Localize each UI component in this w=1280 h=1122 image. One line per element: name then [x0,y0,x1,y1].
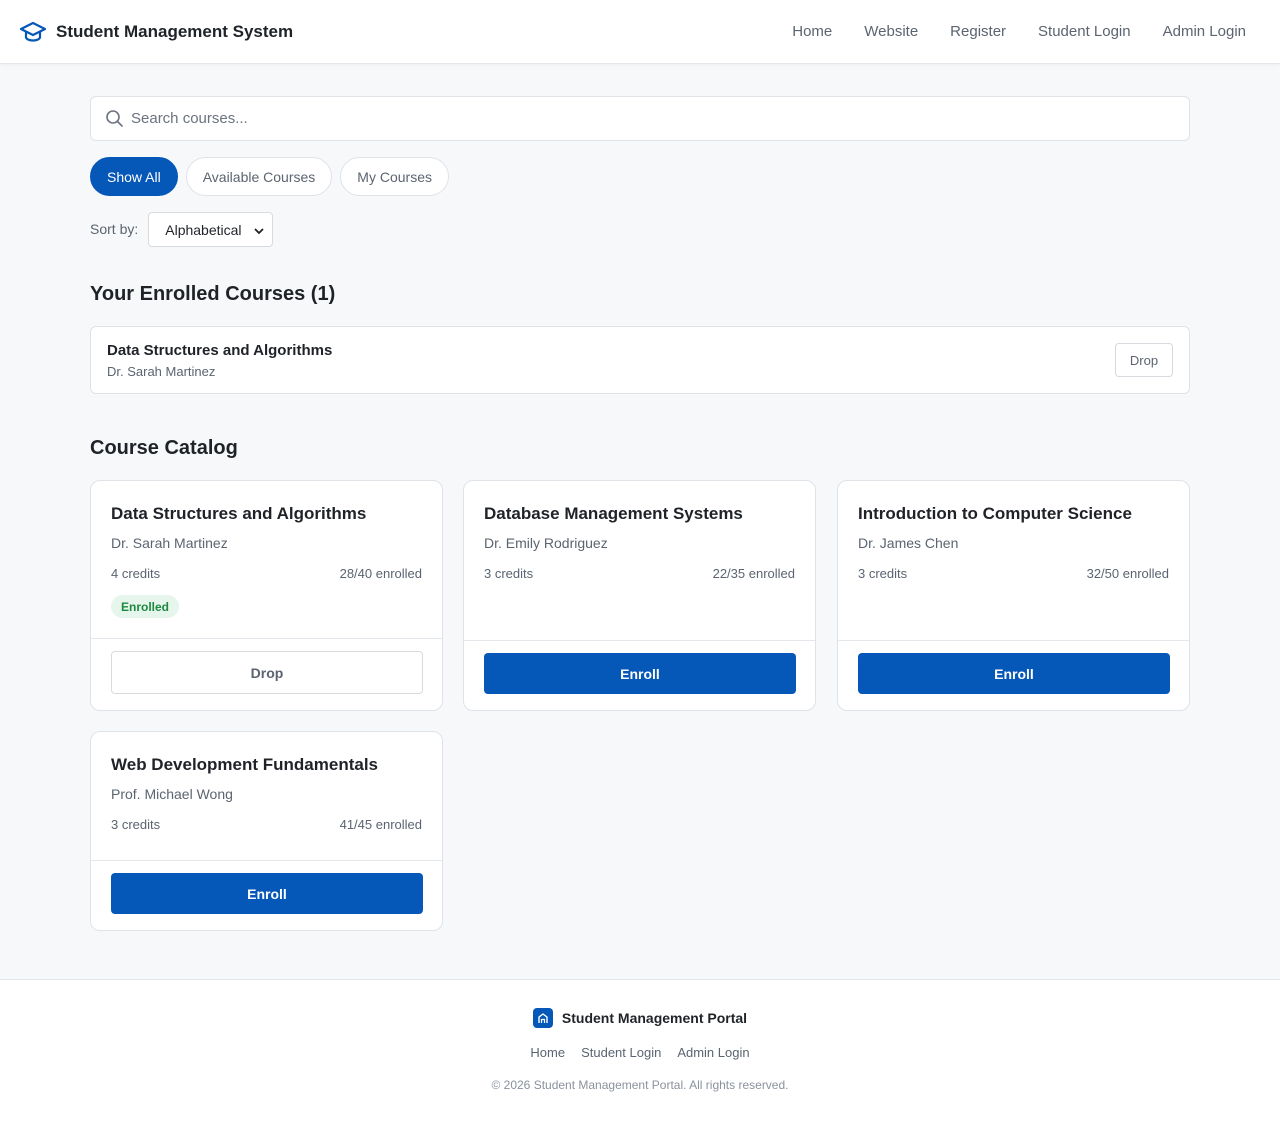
search-input[interactable] [131,97,1171,140]
sort-selected-value: Alphabetical [165,221,242,238]
sort-control: Sort by: Alphabetical [90,212,274,247]
nav-student-login[interactable]: Student Login [1022,23,1147,40]
course-card: Introduction to Computer Science Dr. Jam… [837,480,1190,711]
filter-show-all[interactable]: Show All [90,157,178,196]
enrolled-course-row: Data Structures and Algorithms Dr. Sarah… [90,326,1190,394]
filter-my-courses[interactable]: My Courses [340,157,449,196]
course-card: Database Management Systems Dr. Emily Ro… [463,480,816,711]
footer-link-home[interactable]: Home [530,1045,565,1060]
course-title: Introduction to Computer Science [858,504,1132,523]
brand[interactable]: Student Management System [20,0,293,63]
enrolled-heading: Your Enrolled Courses (1) [90,283,336,305]
filter-group: Show All Available Courses My Courses [90,157,449,196]
search-icon [105,109,124,133]
course-enrollment-count: 28/40 enrolled [339,566,422,581]
course-enrollment-count: 41/45 enrolled [339,817,422,832]
nav-register[interactable]: Register [934,23,1022,40]
card-divider [838,640,1189,641]
sort-label: Sort by: [90,220,139,237]
course-instructor: Dr. Emily Rodriguez [484,535,608,551]
footer-copyright: © 2026 Student Management Portal. All ri… [491,1078,789,1092]
catalog-heading: Course Catalog [90,437,238,459]
card-divider [91,638,442,639]
nav-admin-login[interactable]: Admin Login [1147,23,1262,40]
drop-button[interactable]: Drop [1115,343,1173,377]
course-instructor: Prof. Michael Wong [111,786,233,802]
enrolled-course-instructor: Dr. Sarah Martinez [107,364,216,379]
course-title: Web Development Fundamentals [111,755,379,774]
portal-logo-icon [532,1008,553,1028]
enroll-button[interactable]: Enroll [111,873,423,914]
course-title: Database Management Systems [484,504,743,523]
course-instructor: Dr. James Chen [858,535,959,551]
course-credits: 3 credits [858,566,908,581]
course-credits: 4 credits [111,566,161,581]
course-title: Data Structures and Algorithms [111,504,367,523]
course-enrollment-count: 22/35 enrolled [712,566,795,581]
footer-links: Home Student Login Admin Login [0,1045,1280,1060]
course-card: Data Structures and Algorithms Dr. Sarah… [90,480,443,711]
enrolled-course-title: Data Structures and Algorithms [107,342,333,359]
course-instructor: Dr. Sarah Martinez [111,535,228,551]
chevron-down-icon [254,222,264,238]
graduation-cap-icon [20,21,46,43]
enroll-button[interactable]: Enroll [484,653,796,694]
card-divider [91,860,442,861]
nav-home[interactable]: Home [776,23,848,40]
course-card: Web Development Fundamentals Prof. Micha… [90,731,443,931]
footer: Student Management Portal Home Student L… [0,979,1280,1122]
sort-select[interactable]: Alphabetical [148,212,274,247]
top-navbar: Student Management System Home Website R… [0,0,1280,64]
course-credits: 3 credits [111,817,161,832]
footer-brand: Student Management Portal [0,1008,1280,1028]
footer-link-student-login[interactable]: Student Login [581,1045,661,1060]
brand-title: Student Management System [56,21,294,41]
enrolled-badge: Enrolled [111,595,180,618]
footer-brand-name: Student Management Portal [561,1010,748,1026]
search-bar [90,96,1190,141]
main-nav: Home Website Register Student Login Admi… [776,0,1262,63]
filter-available-courses[interactable]: Available Courses [185,157,333,196]
card-divider [464,640,815,641]
course-credits: 3 credits [484,566,534,581]
course-enrollment-count: 32/50 enrolled [1086,566,1169,581]
footer-link-admin-login[interactable]: Admin Login [677,1045,749,1060]
enroll-button[interactable]: Enroll [858,653,1170,694]
drop-button[interactable]: Drop [111,651,423,694]
nav-website[interactable]: Website [848,23,934,40]
